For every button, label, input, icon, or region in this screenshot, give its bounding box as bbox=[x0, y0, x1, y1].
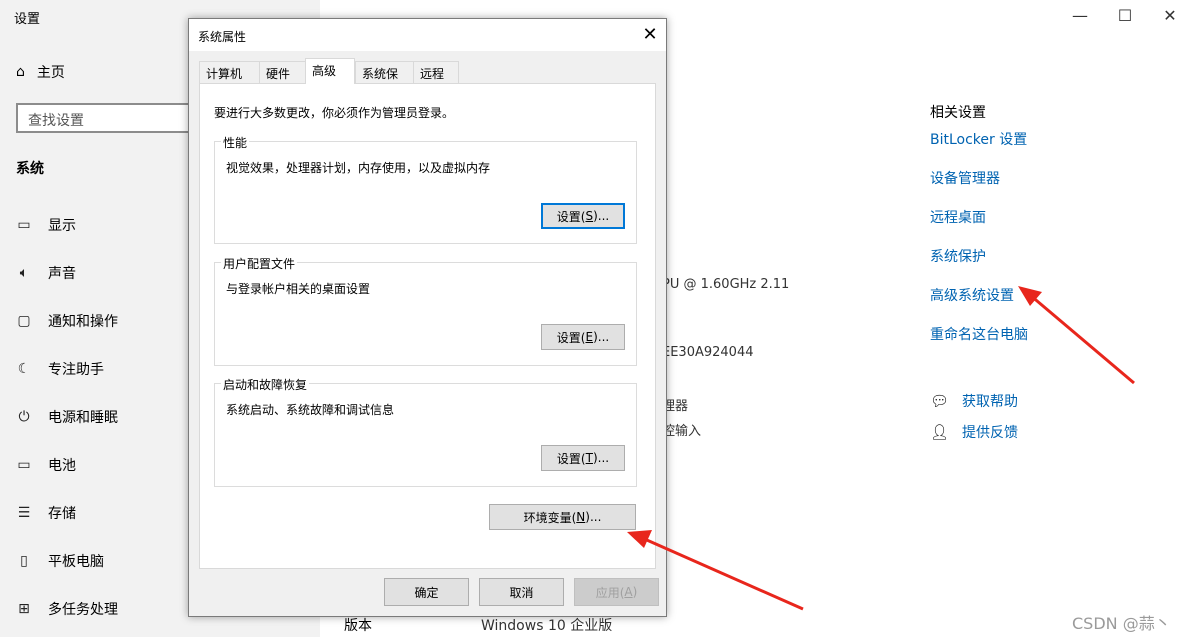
watermark: CSDN @蒜丶 bbox=[1072, 614, 1171, 633]
arrow-to-environment-variables bbox=[627, 530, 804, 611]
arrow-to-advanced-settings bbox=[1018, 286, 1135, 385]
annotation-arrows bbox=[627, 286, 1135, 611]
tab-advanced[interactable]: 高级 bbox=[305, 58, 355, 84]
